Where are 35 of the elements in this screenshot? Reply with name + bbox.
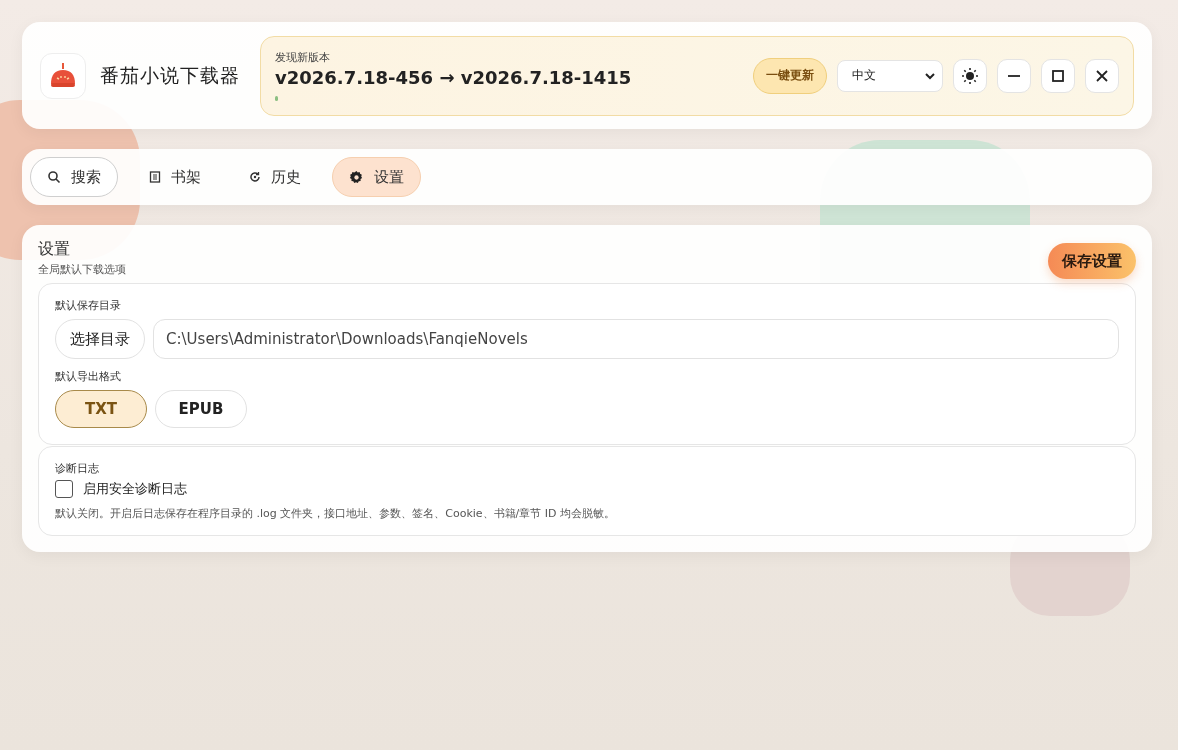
nav-tab[interactable]: 书架 — [132, 157, 218, 197]
minimize-icon — [1008, 74, 1020, 77]
nav-tab[interactable]: 历史 — [232, 157, 318, 197]
nav-tab[interactable]: 搜索 — [30, 157, 118, 197]
language-select[interactable]: 中文 — [837, 59, 943, 92]
help-text: 默认关闭。开启后日志保存在程序目录的 .log 文件夹，接口地址、参数、签名、Cookie、书籍/章节 ID 均会脱敏。 — [55, 506, 616, 521]
search-icon — [47, 170, 61, 184]
section-title: 设置 — [38, 239, 71, 260]
checkbox[interactable] — [55, 480, 73, 498]
nav-tab[interactable]: 设置 — [332, 157, 421, 197]
settings-icon — [349, 169, 364, 185]
maximize-button[interactable] — [1041, 58, 1075, 93]
directory-field[interactable]: C:\Users\Administrator\Downloads\FanqieNovels — [153, 319, 1119, 359]
maximize-icon — [1051, 68, 1065, 83]
history-icon — [249, 171, 261, 183]
format-option[interactable]: EPUB — [155, 390, 247, 428]
section-subtitle: 全局默认下载选项 — [38, 262, 126, 277]
sun-icon — [961, 66, 979, 85]
save-settings-button[interactable]: 保存设置 — [1048, 243, 1136, 279]
update-label: 发现新版本 — [275, 50, 331, 65]
chevron-down-icon — [924, 71, 936, 80]
field-label: 诊断日志 — [55, 461, 100, 476]
version-text: v2026.7.18-456 → v2026.7.18-1415 — [275, 67, 633, 88]
field-label: 默认保存目录 — [55, 298, 122, 313]
tomato-logo-icon — [40, 52, 86, 99]
format-option[interactable]: TXT — [55, 390, 147, 428]
list-icon — [149, 171, 161, 183]
close-button[interactable] — [1085, 58, 1119, 93]
choose-directory-button[interactable]: 选择目录 — [55, 319, 145, 359]
close-icon — [1095, 68, 1109, 83]
theme-toggle-button[interactable] — [953, 58, 987, 93]
update-button[interactable]: 一键更新 — [753, 57, 827, 94]
app-title: 番茄小说下载器 — [100, 62, 241, 88]
field-label: 默认导出格式 — [55, 369, 122, 384]
checkbox-label: 启用安全诊断日志 — [83, 480, 187, 498]
